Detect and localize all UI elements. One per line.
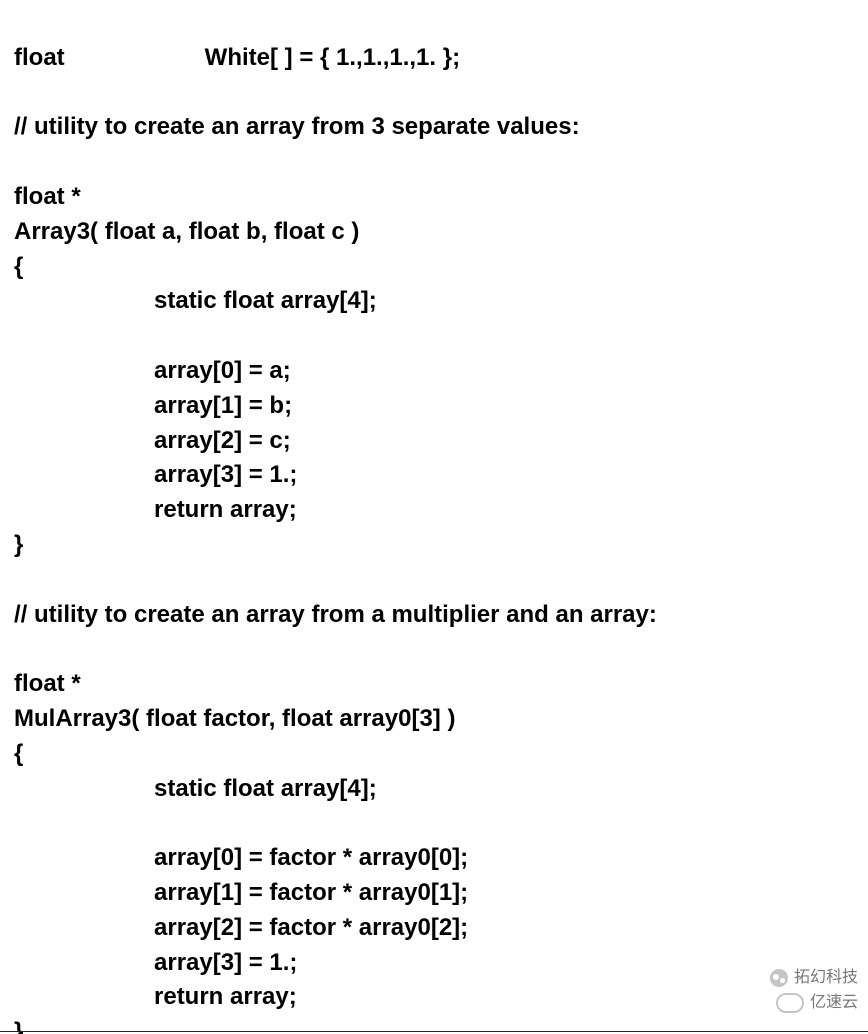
divider bbox=[0, 1031, 868, 1032]
code-line: array[1] = b; bbox=[14, 392, 292, 419]
code-line: array[0] = factor * array0[0]; bbox=[14, 844, 468, 871]
code-line: // utility to create an array from a mul… bbox=[14, 601, 657, 628]
code-line: array[0] = a; bbox=[14, 357, 291, 384]
code-line: array[3] = 1.; bbox=[14, 461, 297, 488]
code-line: return array; bbox=[14, 496, 297, 523]
watermark: 拓幻科技 亿速云 bbox=[770, 965, 858, 1016]
watermark-text-1: 拓幻科技 bbox=[794, 965, 858, 991]
code-token: array[0] = factor * array0[0]; bbox=[154, 844, 468, 871]
code-token: static float array[4]; bbox=[154, 775, 377, 802]
code-token: array[2] = c; bbox=[154, 427, 291, 454]
code-token: White[ ] = { 1.,1.,1.,1. }; bbox=[205, 44, 460, 71]
code-line: array[1] = factor * array0[1]; bbox=[14, 879, 468, 906]
code-block: float White[ ] = { 1.,1.,1.,1. }; // util… bbox=[0, 0, 868, 1034]
code-line: return array; bbox=[14, 983, 297, 1010]
code-line: } bbox=[14, 531, 23, 558]
code-token: array[2] = factor * array0[2]; bbox=[154, 914, 468, 941]
code-token: float bbox=[14, 44, 65, 71]
code-token: return array; bbox=[154, 496, 297, 523]
code-line: // utility to create an array from 3 sep… bbox=[14, 113, 580, 140]
code-line: { bbox=[14, 253, 23, 280]
code-line: float * bbox=[14, 670, 81, 697]
cloud-icon bbox=[776, 993, 804, 1013]
code-line: Array3( float a, float b, float c ) bbox=[14, 218, 359, 245]
code-line: static float array[4]; bbox=[14, 287, 377, 314]
code-token: array[1] = b; bbox=[154, 392, 292, 419]
code-line: MulArray3( float factor, float array0[3]… bbox=[14, 705, 455, 732]
watermark-text-2: 亿速云 bbox=[810, 990, 858, 1016]
code-token: array[1] = factor * array0[1]; bbox=[154, 879, 468, 906]
code-line: array[2] = factor * array0[2]; bbox=[14, 914, 468, 941]
code-token: return array; bbox=[154, 983, 297, 1010]
code-line: float * bbox=[14, 183, 81, 210]
code-line: { bbox=[14, 740, 23, 767]
code-token: array[3] = 1.; bbox=[154, 461, 297, 488]
code-token: array[3] = 1.; bbox=[154, 949, 297, 976]
code-line: static float array[4]; bbox=[14, 775, 377, 802]
code-line: array[2] = c; bbox=[14, 427, 291, 454]
code-line: float White[ ] = { 1.,1.,1.,1. }; bbox=[14, 44, 460, 71]
code-line: array[3] = 1.; bbox=[14, 949, 297, 976]
code-token: array[0] = a; bbox=[154, 357, 291, 384]
wechat-icon bbox=[770, 969, 788, 987]
code-token: static float array[4]; bbox=[154, 287, 377, 314]
